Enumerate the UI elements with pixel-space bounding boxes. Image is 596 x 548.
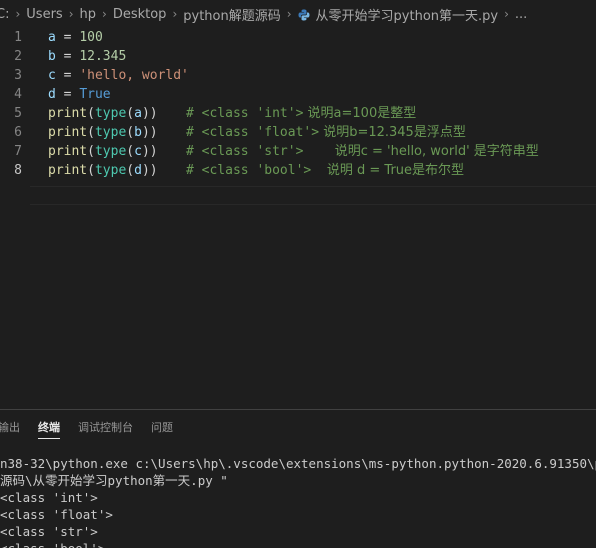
breadcrumb: C: › Users › hp › Desktop › python解题源码 ›… (0, 0, 596, 28)
code-line[interactable]: 7 print(type(c)) # <class 'str'> 说明c = 'he… (0, 142, 596, 161)
code-token: ( (87, 125, 95, 140)
tab-output[interactable]: 输出 (0, 410, 20, 446)
code-token: = (55, 49, 80, 64)
breadcrumb-item-hp[interactable]: hp (80, 7, 97, 22)
code-text: print(type(a)) (48, 104, 158, 123)
code-token: type (94, 144, 127, 159)
code-token: 12.345 (79, 49, 127, 64)
code-comment: # <class 'str'> (186, 144, 335, 159)
code-token: = (55, 68, 80, 83)
code-token: ( (126, 163, 135, 178)
vscode-window: C: › Users › hp › Desktop › python解题源码 ›… (0, 0, 596, 548)
code-token: )) (141, 125, 158, 140)
breadcrumb-item-desktop[interactable]: Desktop (113, 7, 167, 22)
code-token: ( (87, 163, 95, 178)
code-text: print(type(c)) (48, 142, 158, 161)
code-token: )) (141, 144, 158, 159)
code-token: d (134, 163, 142, 178)
code-line[interactable]: 4 d = True (0, 85, 596, 104)
code-text: print(type(b)) (48, 123, 158, 142)
code-text: c = 'hello, world' (48, 66, 189, 85)
chevron-right-icon: › (15, 7, 21, 21)
code-token: )) (141, 163, 158, 178)
terminal-line: <class 'str'> (0, 524, 98, 539)
code-token: print (48, 125, 88, 140)
breadcrumb-item-users[interactable]: Users (26, 7, 62, 22)
chevron-right-icon: › (172, 7, 178, 21)
terminal-output[interactable]: n38-32\python.exe c:\Users\hp\.vscode\ex… (0, 455, 596, 548)
terminal-line: <class 'int'> (0, 490, 98, 505)
code-token: )) (141, 106, 158, 121)
chevron-right-icon: › (286, 7, 292, 21)
code-token: ( (87, 144, 95, 159)
code-comment: # <class 'int'> (186, 106, 304, 121)
code-token: type (94, 125, 127, 140)
code-token: = (55, 87, 80, 102)
terminal-line: 源码\从零开始学习python第一天.py " (0, 473, 228, 488)
code-token: print (48, 144, 88, 159)
code-line[interactable]: 3 c = 'hello, world' (0, 66, 596, 85)
code-editor[interactable]: 1 a = 100 2 b = 12.345 3 c = 'hello, world' 4 d… (0, 28, 596, 408)
code-token: a (134, 106, 142, 121)
tab-problems[interactable]: 问题 (151, 410, 173, 446)
bottom-panel: 输出 终端 调试控制台 问题 n38-32\python.exe c:\User… (0, 409, 596, 548)
code-token: = (55, 30, 80, 45)
code-token: ( (126, 106, 135, 121)
line-number: 6 (14, 125, 22, 140)
line-number: 1 (14, 30, 22, 45)
code-comment-text: 说明a=100是整型 (303, 106, 417, 121)
code-token: b (48, 49, 56, 64)
code-token: d (48, 87, 56, 102)
code-line[interactable]: 5 print(type(a)) # <class 'int'> 说明a=100是整… (0, 104, 596, 123)
code-text: b = 12.345 (48, 47, 126, 66)
code-token: 100 (79, 30, 103, 45)
code-text: d = True (48, 85, 111, 104)
code-text: a = 100 (48, 28, 103, 47)
code-token: type (94, 106, 127, 121)
code-line[interactable]: 2 b = 12.345 (0, 47, 596, 66)
code-token: type (94, 163, 127, 178)
code-token: a (48, 30, 56, 45)
terminal-line: <class 'float'> (0, 507, 113, 522)
code-token: print (48, 163, 88, 178)
breadcrumb-item-folder[interactable]: python解题源码 (183, 5, 280, 24)
code-token: True (79, 87, 111, 102)
code-token: c (48, 68, 56, 83)
breadcrumb-item-file[interactable]: 从零开始学习python第一天.py (316, 5, 499, 24)
code-token: ( (87, 106, 95, 121)
code-comment-text: 说明c = 'hello, world' 是字符串型 (334, 144, 539, 159)
code-token: print (48, 106, 88, 121)
code-token: ( (126, 144, 135, 159)
line-number: 3 (14, 68, 22, 83)
code-comment: # <class 'float'> (186, 125, 320, 140)
line-number: 2 (14, 49, 22, 64)
tab-debug-console[interactable]: 调试控制台 (78, 410, 133, 446)
terminal-line: <class 'bool'> (0, 540, 596, 548)
code-token: c (134, 144, 142, 159)
breadcrumb-item-symbols[interactable]: ... (515, 7, 527, 22)
line-number: 4 (14, 87, 22, 102)
code-token: 'hello, world' (79, 68, 189, 83)
python-file-icon (298, 9, 310, 21)
code-comment-text: 说明b=12.345是浮点型 (319, 125, 466, 140)
current-line-highlight (30, 186, 596, 205)
code-text: print(type(d)) (48, 161, 158, 180)
line-number: 5 (14, 106, 22, 121)
code-line[interactable]: 6 print(type(b)) # <class 'float'> 说明b=12.… (0, 123, 596, 142)
code-line[interactable]: 1 a = 100 (0, 28, 596, 47)
breadcrumb-item-drive[interactable]: C: (0, 7, 9, 22)
code-comment-text: 说明 d = True是布尔型 (326, 163, 465, 178)
code-line[interactable]: 8 print(type(d)) # <class 'bool'> 说明 d = T… (0, 161, 596, 180)
code-token: b (134, 125, 142, 140)
chevron-right-icon: › (102, 7, 107, 21)
tab-terminal[interactable]: 终端 (38, 410, 60, 446)
chevron-right-icon: › (504, 7, 509, 21)
panel-tabs: 输出 终端 调试控制台 问题 (0, 410, 191, 446)
line-number: 8 (14, 163, 22, 178)
code-comment: # <class 'bool'> (186, 163, 327, 178)
chevron-right-icon: › (68, 7, 74, 21)
terminal-line: n38-32\python.exe c:\Users\hp\.vscode\ex… (0, 456, 596, 471)
code-token: ( (126, 125, 135, 140)
line-number: 7 (14, 144, 22, 159)
